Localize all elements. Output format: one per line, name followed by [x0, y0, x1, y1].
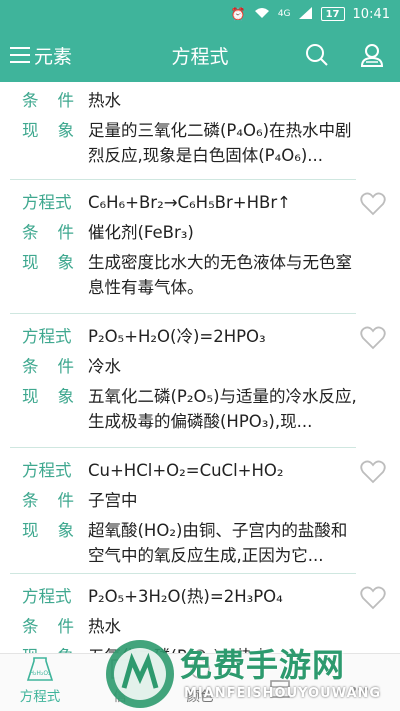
equation-row: 方程式 C₆H₆+Br₂→C₆H₅Br+HBr↑ [22, 190, 360, 215]
condition-row: 条件 热水 [22, 88, 360, 113]
condition-key: 条件 [22, 223, 74, 242]
condition-value: 冷水 [88, 357, 121, 376]
tab-label: 方程式 [19, 689, 61, 705]
condition-key: 条件 [22, 91, 74, 110]
tab-table[interactable] [240, 654, 320, 711]
condition-key: 条件 [22, 491, 74, 510]
phenomenon-row: 现象 超氧酸(HO₂)由铜、子宫内的盐酸和空气中的氧反应生成,正因为它... [22, 518, 360, 568]
flask-icon: H₂H₂O₂ [25, 655, 55, 683]
condition-value: 热水 [88, 617, 121, 636]
user-icon [360, 44, 384, 67]
battery-level: 17 [325, 8, 340, 20]
condition-key: 条件 [22, 357, 74, 376]
tab-label: 颜色 [186, 689, 214, 705]
phenomenon-key: 现象 [22, 387, 74, 406]
list-item[interactable]: 方程式 P₂O₅+H₂O(冷)=2HPO₃ 条件 冷水 现象 五氧化二磷(P₂O… [10, 314, 386, 448]
search-icon [306, 44, 328, 66]
equation-list[interactable]: 条件 热水 现象 足量的三氧化二磷(P₄O₆)在热水中剧烈反应,现象是白色固体(… [0, 82, 400, 653]
tab-label: 信 [113, 689, 127, 705]
heart-icon [360, 326, 386, 350]
phenomenon-row: 现象 五氧化二磷(P₂O₅)与热水... [22, 644, 360, 653]
condition-row: 条件 催化剂(FeBr₃) [22, 220, 360, 245]
phenomenon-row: 现象 生成密度比水大的无色液体与无色窒息性有毒气体。 [22, 250, 360, 300]
palette-icon [185, 655, 215, 683]
signal-icon [298, 7, 313, 21]
phenomenon-key: 现象 [22, 121, 74, 140]
heart-icon [360, 460, 386, 484]
network-label: 4G [277, 8, 291, 19]
condition-value: 子宫中 [88, 491, 138, 510]
menu-label: 元素 [34, 45, 73, 68]
equation-key: 方程式 [22, 461, 72, 480]
equation-value: C₆H₆+Br₂→C₆H₅Br+HBr↑ [88, 193, 291, 212]
heart-icon [360, 586, 386, 610]
list-item[interactable]: 方程式 C₆H₆+Br₂→C₆H₅Br+HBr↑ 条件 催化剂(FeBr₃) 现… [10, 180, 386, 314]
tab-info[interactable]: 信 [80, 654, 160, 711]
phenomenon-value: 五氧化二磷(P₂O₅)与热水... [88, 644, 360, 653]
condition-row: 条件 热水 [22, 614, 360, 639]
phenomenon-value: 超氧酸(HO₂)由铜、子宫内的盐酸和空气中的氧反应生成,正因为它... [88, 521, 348, 565]
phenomenon-row: 现象 五氧化二磷(P₂O₅)与适量的冷水反应,生成极毒的偏磷酸(HPO₃),现.… [22, 384, 360, 434]
tab-equation[interactable]: H₂H₂O₂ 方程式 [0, 654, 80, 711]
equation-value: P₂O₅+H₂O(冷)=2HPO₃ [88, 327, 266, 346]
status-bar: ⏰ 4G 17 10:41 [0, 0, 400, 28]
profile-button[interactable] [355, 38, 389, 72]
app-bar: 元素 方程式 [0, 28, 400, 82]
equation-value: P₂O₅+3H₂O(热)=2H₃PO₄ [88, 587, 283, 606]
condition-key: 条件 [22, 617, 74, 636]
equation-key: 方程式 [22, 587, 72, 606]
phenomenon-value: 足量的三氧化二磷(P₄O₆)在热水中剧烈反应,现象是白色固体(P₄O₆)... [88, 121, 352, 165]
favorite-button[interactable] [360, 586, 386, 610]
book-icon [105, 655, 135, 683]
element-menu-button[interactable]: 元素 [0, 28, 72, 82]
tab-more[interactable] [320, 654, 400, 711]
svg-text:H₂H₂O₂: H₂H₂O₂ [30, 670, 52, 677]
phenomenon-row: 现象 足量的三氧化二磷(P₄O₆)在热水中剧烈反应,现象是白色固体(P₄O₆).… [22, 118, 360, 168]
equation-row: 方程式 Cu+HCl+O₂=CuCl+HO₂ [22, 458, 360, 483]
equation-row: 方程式 P₂O₅+3H₂O(热)=2H₃PO₄ [22, 584, 360, 609]
alarm-icon: ⏰ [230, 7, 246, 21]
equation-key: 方程式 [22, 193, 72, 212]
favorite-button[interactable] [360, 460, 386, 484]
list-item[interactable]: 方程式 Cu+HCl+O₂=CuCl+HO₂ 条件 子宫中 现象 超氧酸(HO₂… [10, 448, 386, 574]
equation-row: 方程式 P₂O₅+H₂O(冷)=2HPO₃ [22, 324, 360, 349]
condition-row: 条件 冷水 [22, 354, 360, 379]
list-item[interactable]: 方程式 P₂O₅+3H₂O(热)=2H₃PO₄ 条件 热水 现象 五氧化二磷(P… [10, 574, 386, 653]
battery-icon: 17 [320, 7, 345, 21]
tab-color[interactable]: 颜色 [160, 654, 240, 711]
equation-value: Cu+HCl+O₂=CuCl+HO₂ [88, 461, 284, 480]
condition-value: 催化剂(FeBr₃) [88, 223, 194, 242]
favorite-button[interactable] [360, 192, 386, 216]
wifi-icon [254, 7, 270, 21]
condition-value: 热水 [88, 91, 121, 110]
phenomenon-key: 现象 [22, 521, 74, 540]
phenomenon-key: 现象 [22, 253, 74, 272]
list-item[interactable]: 条件 热水 现象 足量的三氧化二磷(P₄O₆)在热水中剧烈反应,现象是白色固体(… [10, 82, 356, 180]
status-time: 10:41 [352, 6, 390, 22]
search-button[interactable] [300, 38, 334, 72]
heart-icon [360, 192, 386, 216]
phenomenon-value: 生成密度比水大的无色液体与无色窒息性有毒气体。 [88, 253, 352, 297]
favorite-button[interactable] [360, 326, 386, 350]
table-icon [265, 675, 295, 703]
equation-key: 方程式 [22, 327, 72, 346]
menu-icon [10, 46, 30, 64]
condition-row: 条件 子宫中 [22, 488, 360, 513]
phenomenon-key: 现象 [22, 644, 74, 653]
phenomenon-value: 五氧化二磷(P₂O₅)与适量的冷水反应,生成极毒的偏磷酸(HPO₃),现... [88, 387, 357, 431]
bottom-nav: H₂H₂O₂ 方程式 信 颜色 [0, 653, 400, 711]
more-icon [345, 675, 375, 703]
